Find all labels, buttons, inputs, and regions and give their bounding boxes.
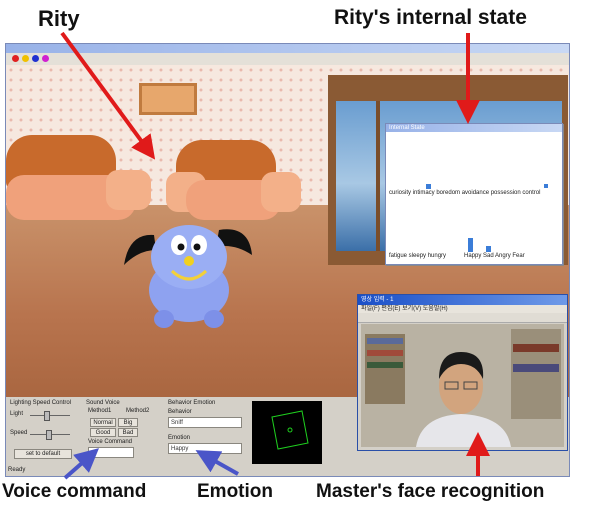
arrow-to-rity xyxy=(60,31,156,160)
arrow-to-emotion xyxy=(195,450,239,476)
callout-arrows xyxy=(60,31,490,480)
arrow-to-voice-command xyxy=(63,448,100,480)
